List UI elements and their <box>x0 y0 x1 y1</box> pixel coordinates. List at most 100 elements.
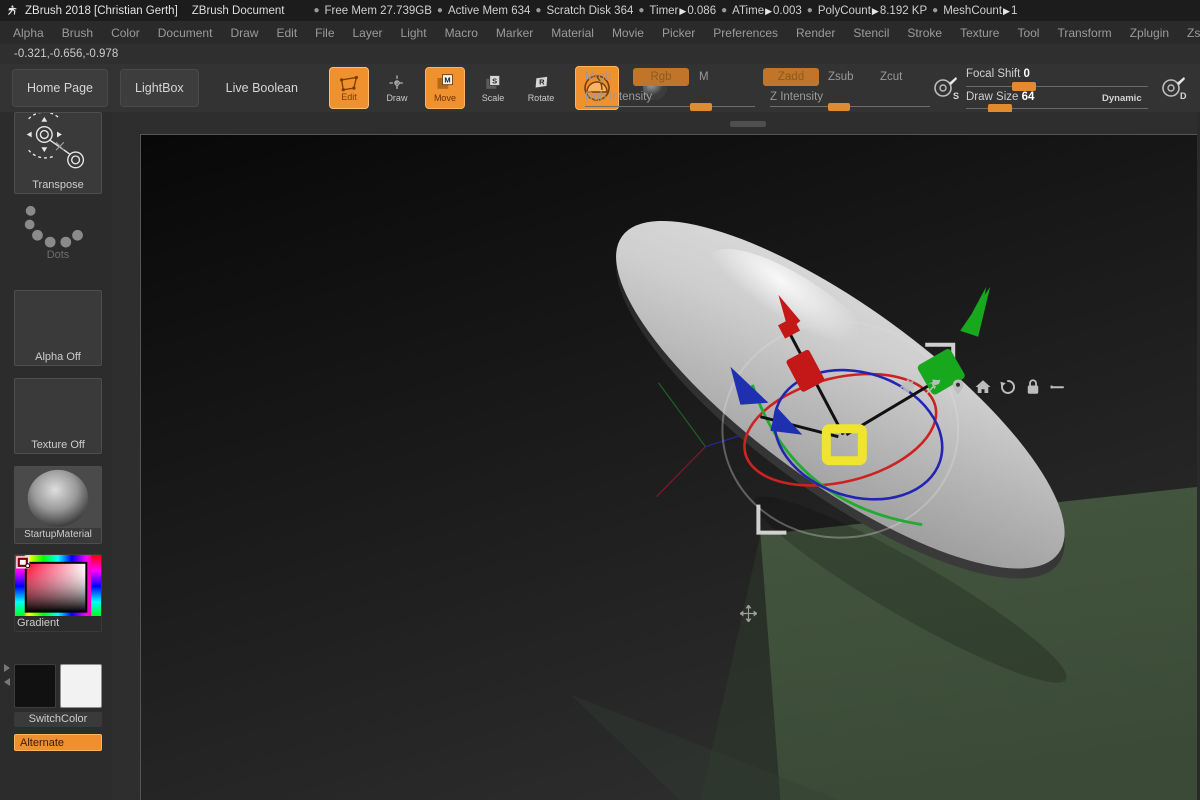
zcut-button[interactable]: Zcut <box>880 71 902 83</box>
menu-item-transform[interactable]: Transform <box>1048 24 1120 42</box>
pin-arrow-icon[interactable] <box>924 378 942 396</box>
scale-button[interactable]: S Scale <box>473 67 513 109</box>
canvas-left-strip[interactable] <box>112 134 140 800</box>
menu-item-marker[interactable]: Marker <box>487 24 542 42</box>
title-stats: ● Free Mem 27.739GB ● Active Mem 634 ● Scratc… <box>312 5 1021 17</box>
menu-item-stroke[interactable]: Stroke <box>898 24 951 42</box>
menu-item-texture[interactable]: Texture <box>951 24 1008 42</box>
brush-size-controls: S Focal Shift 0 Draw Size 64 Dynamic D <box>930 62 1200 113</box>
dynamic-label[interactable]: Dynamic <box>1102 93 1142 104</box>
brush-slot[interactable]: Transpose <box>14 112 102 194</box>
m-button[interactable]: M <box>699 71 709 83</box>
switch-color-button[interactable]: SwitchColor <box>14 712 102 727</box>
zadd-button[interactable]: Zadd <box>763 68 819 86</box>
lock-icon[interactable] <box>1024 378 1042 396</box>
menu-item-render[interactable]: Render <box>787 24 844 42</box>
menu-item-macro[interactable]: Macro <box>436 24 487 42</box>
menu-item-brush[interactable]: Brush <box>53 24 102 42</box>
document-title: ZBrush Document <box>191 4 285 17</box>
home-page-button[interactable]: Home Page <box>12 69 109 107</box>
material-name: StartupMaterial <box>15 528 101 543</box>
coordinate-bar: -0.321,-0.656,-0.978 <box>0 44 1200 64</box>
menu-item-zplugin[interactable]: Zplugin <box>1121 24 1178 42</box>
menu-item-document[interactable]: Document <box>149 24 222 42</box>
location-pin-icon[interactable] <box>949 378 967 396</box>
menu-item-light[interactable]: Light <box>392 24 436 42</box>
color-picker-icon <box>15 555 101 618</box>
live-boolean-button[interactable]: Live Boolean <box>210 69 313 107</box>
edit-button-label: Edit <box>341 91 357 102</box>
menu-item-stencil[interactable]: Stencil <box>844 24 898 42</box>
rotate-button[interactable]: R Rotate <box>521 67 561 109</box>
color-slot[interactable]: Gradient <box>14 554 102 632</box>
menu-bar: Alpha Brush Color Document Draw Edit File Layer… <box>0 21 1200 44</box>
scale-button-label: Scale <box>481 93 505 103</box>
primary-color-swatch[interactable] <box>14 664 56 708</box>
focal-shift-knob[interactable] <box>1012 82 1036 91</box>
home-icon[interactable] <box>974 378 992 396</box>
stat-meshcount: MeshCount▶1 <box>943 4 1018 17</box>
menu-item-draw[interactable]: Draw <box>221 24 267 42</box>
z-intensity-label: Z Intensity <box>770 91 824 103</box>
dash-icon[interactable] <box>1049 378 1067 396</box>
rotate-reset-icon[interactable] <box>999 378 1017 396</box>
draw-button-label: Draw <box>386 93 408 103</box>
menu-item-movie[interactable]: Movie <box>603 24 653 42</box>
viewport-render[interactable] <box>141 135 1200 800</box>
z-intensity-track <box>770 106 930 107</box>
zsub-button[interactable]: Zsub <box>828 71 854 83</box>
stat-bullet: ● <box>721 5 728 16</box>
viewport[interactable] <box>140 134 1200 800</box>
gear-icon[interactable] <box>899 378 917 396</box>
rgb-intensity-label: Rgb Intensity <box>585 91 653 103</box>
menu-item-material[interactable]: Material <box>542 24 603 42</box>
stroke-slot[interactable]: Dots <box>14 202 102 264</box>
alternate-button[interactable]: Alternate <box>14 734 102 751</box>
secondary-color-swatch[interactable] <box>60 664 102 708</box>
draw-size-value: 64 <box>1021 91 1035 103</box>
menu-item-file[interactable]: File <box>306 24 343 42</box>
canvas-top-strip[interactable] <box>112 112 1200 134</box>
menu-item-layer[interactable]: Layer <box>344 24 392 42</box>
menu-item-alpha[interactable]: Alpha <box>4 24 53 42</box>
rgb-intensity-knob[interactable] <box>690 103 712 111</box>
svg-text:D: D <box>1180 91 1187 101</box>
alpha-slot[interactable]: Alpha Off <box>14 290 102 366</box>
texture-slot[interactable]: Texture Off <box>14 378 102 454</box>
stat-bullet: ● <box>535 5 542 16</box>
edit-button[interactable]: Edit <box>328 67 369 109</box>
svg-text:R: R <box>539 77 545 86</box>
material-slot[interactable]: StartupMaterial <box>14 466 102 544</box>
z-intensity-slider[interactable]: Z Intensity <box>770 91 930 111</box>
sidebar-collapse-arrows-icon[interactable] <box>2 664 11 698</box>
menu-item-color[interactable]: Color <box>102 24 149 42</box>
transpose-brush-icon <box>26 113 85 169</box>
draw-icon <box>389 75 405 91</box>
stat-timer: Timer▶0.086 <box>649 4 717 17</box>
app-title: ZBrush 2018 [Christian Gerth] <box>25 4 178 17</box>
dynamic-mode-icon[interactable]: D <box>1160 74 1188 102</box>
rgb-intensity-slider[interactable]: Rgb Intensity <box>585 91 755 111</box>
stat-free-mem: Free Mem 27.739GB <box>324 4 432 17</box>
rgb-z-controls: Mrgb Rgb M Zadd Zsub Zcut Rgb Intensity … <box>585 64 930 112</box>
rgb-button[interactable]: Rgb <box>633 68 689 86</box>
zbrush-logo-icon <box>8 4 17 15</box>
mrgb-button[interactable]: Mrgb <box>585 71 611 83</box>
menu-item-tool[interactable]: Tool <box>1008 24 1048 42</box>
focal-shift-track[interactable] <box>966 86 1148 87</box>
rgb-intensity-track <box>585 106 755 107</box>
stat-bullet: ● <box>436 5 443 16</box>
z-intensity-knob[interactable] <box>828 103 850 111</box>
zbrush-window: ZBrush 2018 [Christian Gerth] ZBrush Doc… <box>0 0 1200 800</box>
edit-icon <box>339 75 358 91</box>
draw-button[interactable]: Draw <box>377 67 417 109</box>
menu-item-edit[interactable]: Edit <box>267 24 306 42</box>
menu-item-zscript[interactable]: Zscript <box>1178 24 1200 42</box>
menu-item-picker[interactable]: Picker <box>653 24 704 42</box>
move-button[interactable]: M Move <box>424 67 465 109</box>
canvas-area <box>112 112 1200 800</box>
menu-item-preferences[interactable]: Preferences <box>704 24 787 42</box>
move-crosshair-cursor <box>740 605 757 622</box>
focal-shift-icon[interactable]: S <box>932 74 960 102</box>
lightbox-button[interactable]: LightBox <box>120 69 199 107</box>
